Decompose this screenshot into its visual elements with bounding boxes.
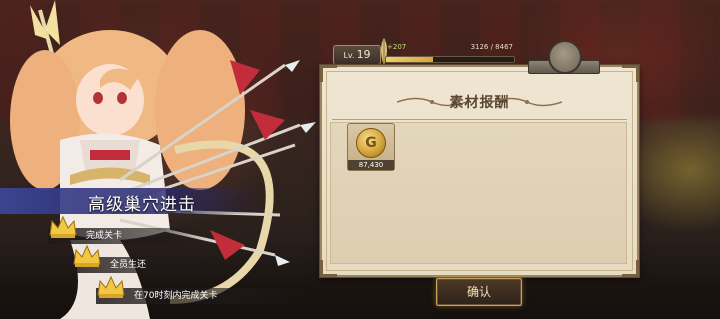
reward-quantity: 87,430 <box>348 160 394 170</box>
gold-coin-icon: G <box>356 128 386 158</box>
reward-panel: 素材报酬 G 87,430 <box>320 65 639 277</box>
exp-track <box>385 56 515 63</box>
title-ornament-right <box>492 97 562 107</box>
crown-icon <box>97 275 125 298</box>
stage-title: 高级巢穴进击 <box>88 195 196 215</box>
level-value: 19 <box>356 48 371 61</box>
exp-fill <box>386 57 434 62</box>
mission-item: 在70时刻内完成关卡 <box>96 288 304 304</box>
panel-title: 素材报酬 <box>449 95 510 111</box>
exp-gain: +207 <box>387 43 407 51</box>
reward-item-gold[interactable]: G 87,430 <box>347 123 395 171</box>
divider <box>332 119 627 120</box>
level-exp-bar: Lv. 19 +207 3126 / 8467 <box>333 38 515 66</box>
emblem-icon <box>548 40 582 74</box>
confirm-button[interactable]: 确认 <box>436 278 522 306</box>
panel-corner <box>622 65 639 82</box>
level-badge: Lv. 19 <box>333 45 381 65</box>
exp-text: 3126 / 8467 <box>470 43 513 51</box>
crown-icon <box>73 244 101 267</box>
level-label: Lv. <box>343 51 355 60</box>
crown-icon <box>49 215 77 238</box>
panel-corner <box>320 65 337 82</box>
